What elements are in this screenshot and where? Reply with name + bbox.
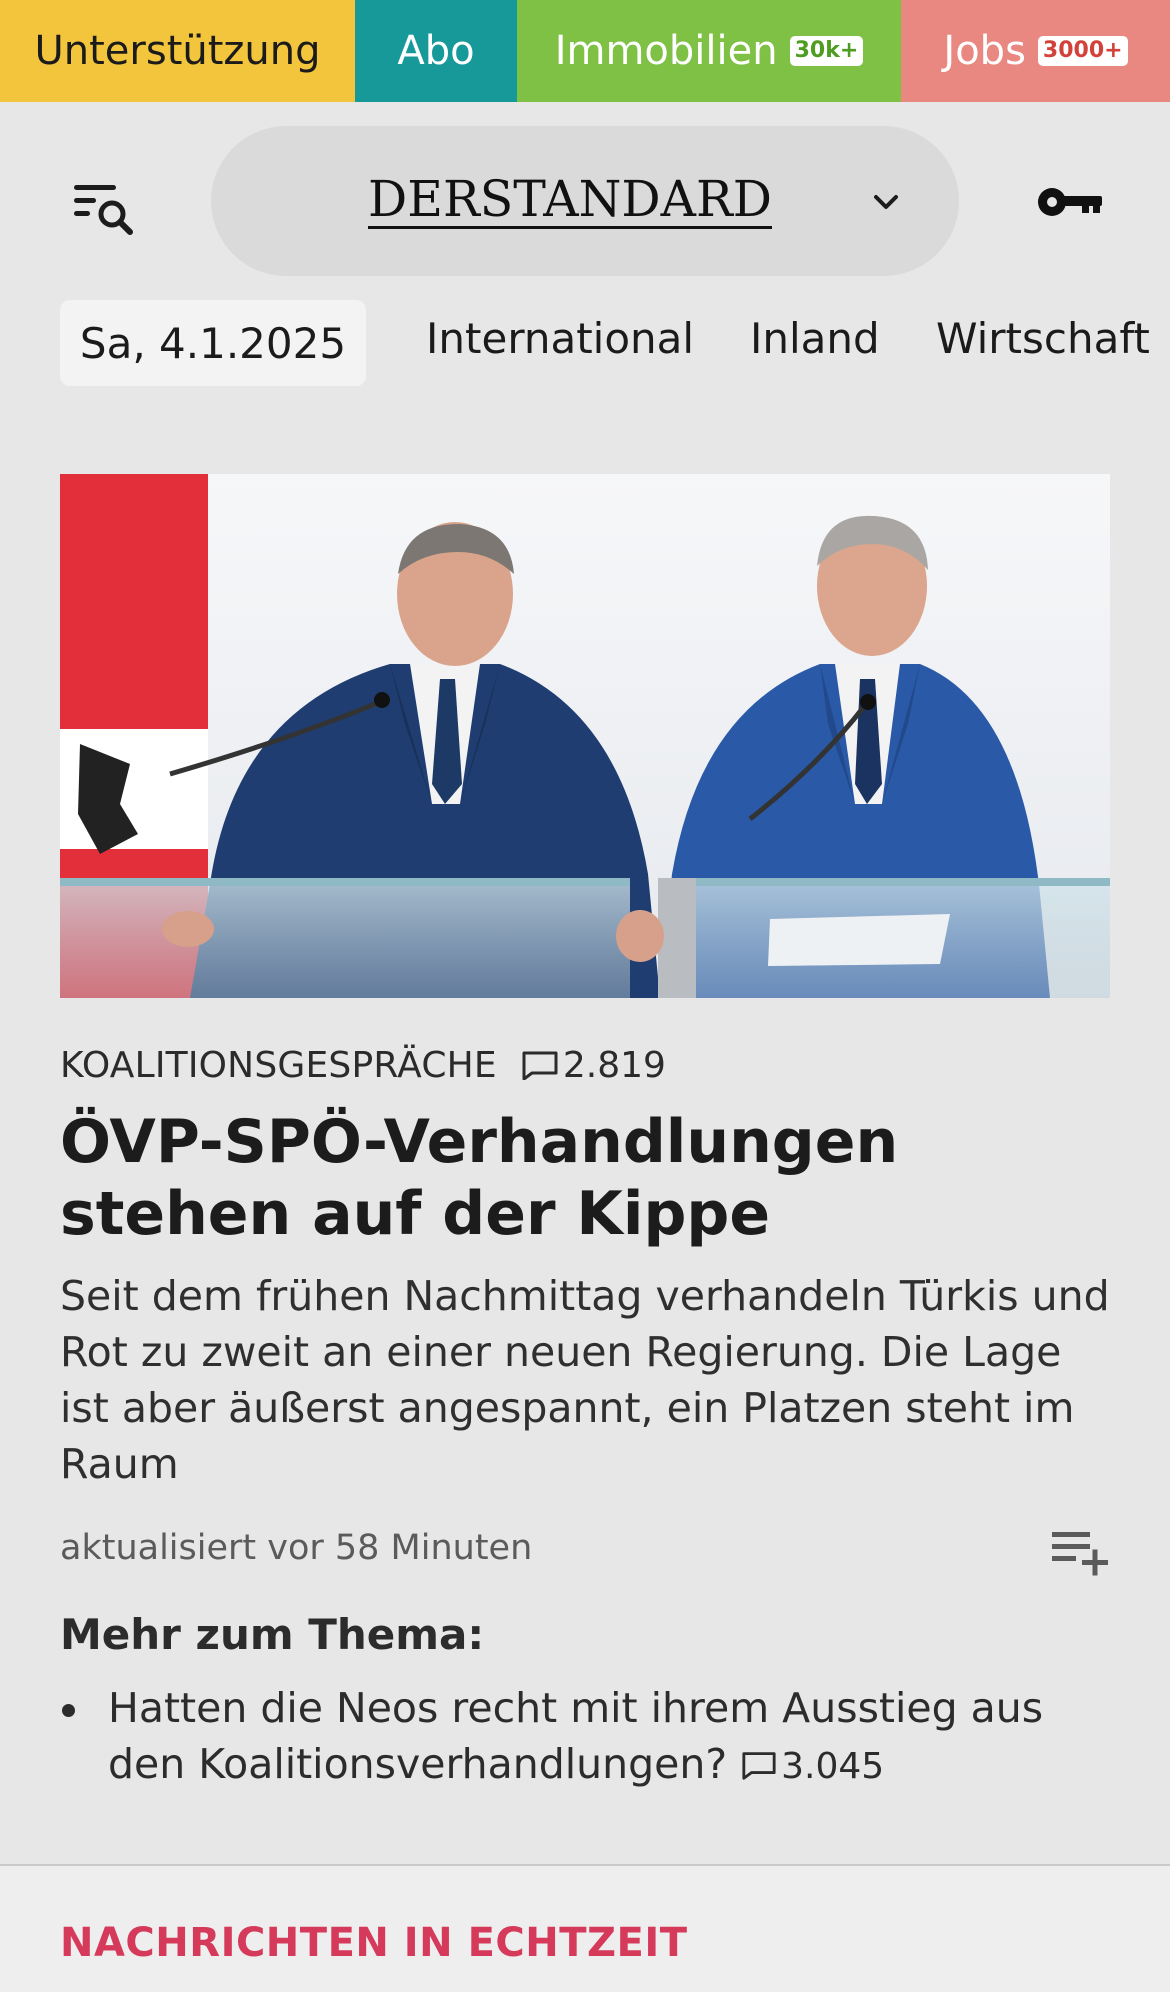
- hero-image[interactable]: [60, 474, 1110, 998]
- immobilien-link[interactable]: Immobilien 30k+: [517, 0, 901, 102]
- related-topics-title: Mehr zum Thema:: [60, 1610, 485, 1659]
- abo-link[interactable]: Abo: [355, 0, 517, 102]
- key-icon: [1038, 188, 1102, 216]
- related-topic-comment-count: 3.045: [781, 1746, 885, 1787]
- service-bar: Unterstützung Abo Immobilien 30k+ Jobs 3…: [0, 0, 1170, 102]
- article-teaser[interactable]: Seit dem frühen Nachmittag verhandeln Tü…: [60, 1268, 1120, 1492]
- support-label: Unterstützung: [34, 28, 321, 74]
- immobilien-label: Immobilien: [554, 28, 778, 74]
- article-headline[interactable]: ÖVP-SPÖ-Verhandlungen stehen auf der Kip…: [60, 1106, 1120, 1250]
- immobilien-count-badge: 30k+: [789, 36, 864, 66]
- search-menu-icon: [74, 185, 133, 235]
- login-button[interactable]: [1036, 182, 1106, 222]
- comment-icon: [742, 1752, 776, 1780]
- playlist-add-icon: [1052, 1532, 1108, 1576]
- related-topic-item[interactable]: Hatten die Neos recht mit ihrem Ausstieg…: [60, 1680, 1120, 1795]
- article-comment-count[interactable]: 2.819: [563, 1045, 666, 1086]
- article-meta: KOALITIONSGESPRÄCHE 2.819: [60, 1040, 666, 1090]
- article-kicker[interactable]: KOALITIONSGESPRÄCHE: [60, 1045, 497, 1086]
- logo-text: DERSTANDARD: [368, 170, 772, 228]
- article-updated-time: aktualisiert vor 58 Minuten: [60, 1528, 533, 1568]
- live-news-title[interactable]: NACHRICHTEN IN ECHTZEIT: [60, 1920, 688, 1966]
- jobs-count-badge: 3000+: [1037, 36, 1128, 66]
- menu-search-button[interactable]: [70, 176, 142, 248]
- nav-inland[interactable]: Inland: [750, 314, 880, 363]
- chevron-down-icon[interactable]: [868, 186, 904, 218]
- related-topic-text[interactable]: Hatten die Neos recht mit ihrem Ausstieg…: [108, 1684, 1043, 1788]
- jobs-label: Jobs: [943, 28, 1026, 74]
- nav-international[interactable]: International: [426, 314, 694, 363]
- add-to-reading-list-button[interactable]: [1050, 1528, 1112, 1576]
- nav-wirtschaft[interactable]: Wirtschaft: [936, 314, 1170, 363]
- abo-label: Abo: [397, 28, 475, 74]
- comment-icon: [522, 1051, 558, 1080]
- support-link[interactable]: Unterstützung: [0, 0, 355, 102]
- bullet-icon: [62, 1704, 75, 1717]
- derstandard-logo[interactable]: DERSTANDARD: [364, 166, 776, 236]
- related-topic-comments[interactable]: 3.045: [727, 1740, 884, 1788]
- related-topics-list: Hatten die Neos recht mit ihrem Ausstieg…: [60, 1680, 1120, 1795]
- date-chip: Sa, 4.1.2025: [60, 300, 366, 386]
- jobs-link[interactable]: Jobs 3000+: [901, 0, 1170, 102]
